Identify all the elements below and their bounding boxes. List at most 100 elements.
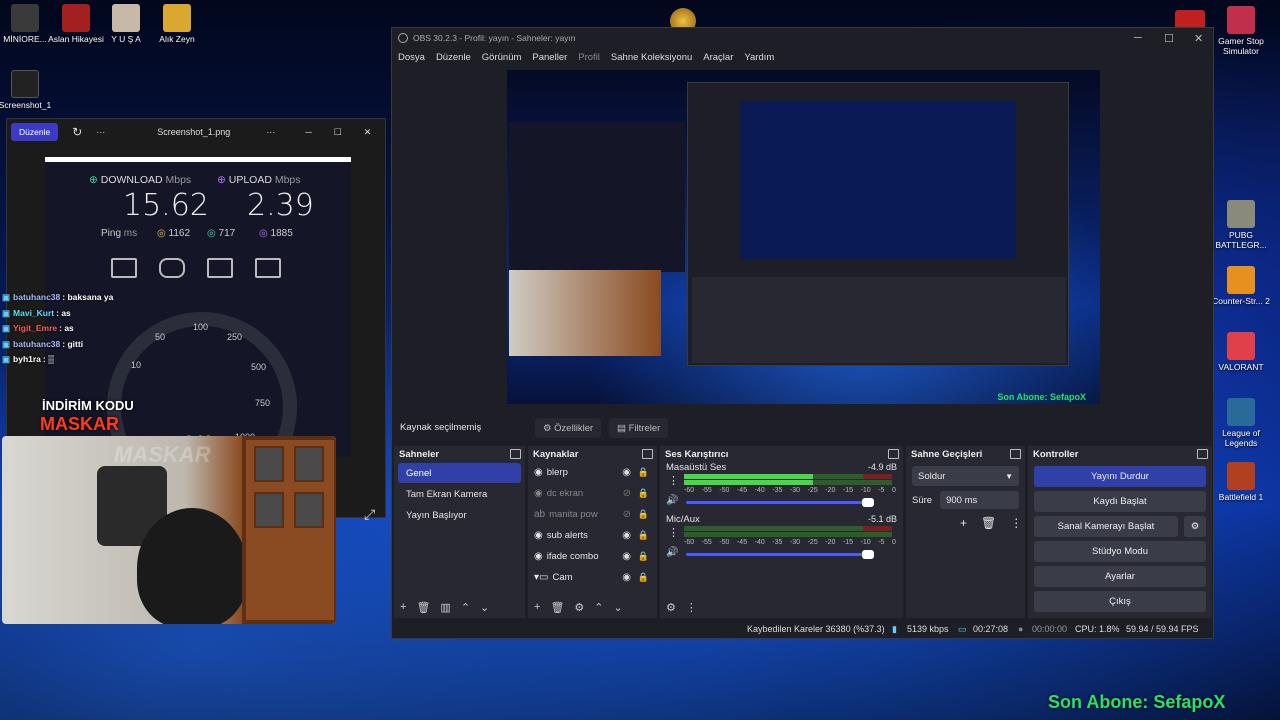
filters-button[interactable]: ▤ Filtreler (609, 418, 669, 438)
unlock-icon[interactable]: 🔒 (638, 572, 649, 583)
scene-item[interactable]: Yayın Başlıyor (398, 505, 521, 525)
undock-icon[interactable] (888, 449, 899, 459)
obs-close-icon[interactable]: ✕ (1194, 32, 1203, 45)
obs-titlebar: OBS 30.2.3 - Profil: yayın - Sahneler: y… (392, 28, 1213, 48)
desktop-icon[interactable]: PUBG BATTLEGR... (1206, 200, 1276, 251)
advanced-audio-icon[interactable]: ⚙ (666, 601, 676, 614)
control-button[interactable]: Sanal Kamerayı Başlat ⚙ (1034, 516, 1206, 537)
move-down-icon[interactable]: ⌄ (614, 601, 623, 614)
properties-button[interactable]: ⚙ Özellikler (535, 418, 602, 438)
desktop-icon-screenshot[interactable]: Screenshot_1 (0, 70, 60, 111)
desktop-icon[interactable]: VALORANT (1206, 332, 1276, 373)
eye-icon[interactable]: ◉ (622, 467, 631, 478)
menu-item[interactable]: Dosya (398, 52, 425, 63)
duration-input[interactable]: 900 ms (940, 491, 1019, 509)
transition-select[interactable]: Soldur ▼ (912, 466, 1019, 486)
volume-slider[interactable] (686, 550, 875, 559)
scene-filter-icon[interactable]: ▥ (440, 601, 450, 614)
speaker-icon[interactable]: 🔊 (666, 495, 678, 506)
photo-filename: Screenshot_1.png (157, 127, 231, 137)
add-source-icon[interactable]: + (534, 601, 540, 613)
desktop-icon[interactable]: League of Legends (1206, 398, 1276, 449)
unlock-icon[interactable]: 🔒 (638, 509, 649, 520)
screenshot-icon (11, 70, 39, 98)
remove-source-icon[interactable]: 🗑 (550, 601, 564, 614)
eye-icon[interactable]: ◉ (622, 530, 631, 541)
volume-knob[interactable] (862, 550, 875, 559)
menu-item[interactable]: Paneller (532, 52, 567, 63)
filter-icon: ▤ (617, 422, 629, 434)
move-up-icon[interactable]: ⌃ (461, 601, 470, 614)
lock-icon[interactable]: 🔒 (638, 551, 649, 562)
volume-knob[interactable] (862, 498, 875, 507)
menu-item[interactable]: Profil (578, 52, 600, 63)
eye-icon[interactable]: ◉ (622, 551, 631, 562)
source-item[interactable]: ◉ sub alerts ◉ 🔒 (528, 525, 657, 546)
eye-off-icon[interactable]: ⊘ (623, 488, 631, 499)
remove-scene-icon[interactable]: 🗑 (416, 601, 430, 614)
undock-icon[interactable] (1010, 449, 1021, 459)
add-transition-icon[interactable]: + (960, 516, 967, 530)
speaker-icon[interactable]: 🔊 (666, 547, 678, 558)
transition-menu-icon[interactable]: ⋮ (1010, 516, 1022, 530)
chevron-down-icon: ▼ (1005, 471, 1013, 481)
source-item[interactable]: ▾▭ Cam ◉ 🔒 (528, 567, 657, 588)
db-scale: -60 -55 -50 -45 -40 -35 -30 -25 -20 -15 -10 -5 0 (684, 539, 896, 546)
unlock-icon[interactable]: 🔒 (638, 488, 649, 499)
lock-icon[interactable]: 🔒 (638, 530, 649, 541)
source-settings-icon[interactable]: ⚙ (574, 601, 584, 614)
scene-item[interactable]: Genel (398, 463, 521, 483)
chat-user: Mavi_Kurt (13, 307, 55, 318)
more-right-button[interactable]: ··· (266, 127, 275, 137)
source-type-icon: ◉ (534, 530, 543, 541)
channel-menu-icon[interactable]: ⋮ (668, 474, 679, 487)
virtual-cam-settings-icon[interactable]: ⚙ (1184, 516, 1206, 537)
control-button[interactable]: Ayarlar (1034, 566, 1206, 587)
eye-off-icon[interactable]: ⊘ (623, 509, 631, 520)
move-up-icon[interactable]: ⌃ (594, 601, 603, 614)
more-left-button[interactable]: ··· (96, 127, 105, 137)
menu-item[interactable]: Görünüm (482, 52, 522, 63)
source-type-icon: ◉ (534, 467, 543, 478)
lock-icon[interactable]: 🔒 (638, 467, 649, 478)
cam-watermark: MASKAR (114, 442, 211, 467)
desktop-icon[interactable]: Gamer Stop Simulator (1206, 6, 1276, 57)
mixer-menu-icon[interactable]: ⋮ (686, 601, 697, 614)
menu-item[interactable]: Araçlar (703, 52, 733, 63)
obs-minimize-icon[interactable]: ─ (1134, 32, 1142, 44)
source-item[interactable]: ab manita pow ⊘ 🔒 (528, 504, 657, 525)
obs-preview[interactable]: Son Abone: SefapoX (507, 70, 1100, 404)
rotate-icon[interactable]: ↻ (72, 125, 82, 139)
desktop-icon[interactable]: Alık Zeyn (142, 4, 212, 45)
source-item[interactable]: ◉ blerp ◉ 🔒 (528, 462, 657, 483)
undock-icon[interactable] (510, 449, 521, 459)
level-meter (684, 526, 892, 531)
control-button[interactable]: Çıkış (1034, 591, 1206, 612)
move-down-icon[interactable]: ⌄ (480, 601, 489, 614)
undock-icon[interactable] (642, 449, 653, 459)
source-item[interactable]: ◉ dc ekran ⊘ 🔒 (528, 483, 657, 504)
eye-icon[interactable]: ◉ (622, 572, 631, 583)
minimize-icon[interactable]: ─ (305, 127, 311, 137)
remove-transition-icon[interactable]: 🗑 (981, 516, 996, 530)
desktop-icon[interactable]: Battlefield 1 (1206, 462, 1276, 503)
mixer-channel: Masaüstü Ses -4.9 dB ⋮ -60 -55 -50 -45 -40 -35 -3… (660, 462, 903, 512)
close-icon[interactable]: ✕ (364, 127, 372, 138)
menu-item[interactable]: Sahne Koleksiyonu (611, 52, 692, 63)
control-button[interactable]: Stüdyo Modu (1034, 541, 1206, 562)
control-button[interactable]: Yayını Durdur (1034, 466, 1206, 487)
control-button[interactable]: Kaydı Başlat (1034, 491, 1206, 512)
scene-item[interactable]: Tam Ekran Kamera (398, 484, 521, 504)
menu-item[interactable]: Yardım (744, 52, 774, 63)
desktop-icon[interactable]: Counter-Str... 2 (1206, 266, 1276, 307)
edit-button[interactable]: Düzenle (11, 123, 59, 141)
obs-maximize-icon[interactable]: ☐ (1164, 32, 1174, 45)
maximize-icon[interactable]: ☐ (334, 127, 342, 138)
expand-icon[interactable]: ⤢ (364, 506, 375, 523)
add-scene-icon[interactable]: + (400, 601, 406, 613)
volume-slider[interactable] (686, 498, 875, 507)
channel-menu-icon[interactable]: ⋮ (668, 526, 679, 539)
source-item[interactable]: ◉ ifade combo ◉ 🔒 (528, 546, 657, 567)
menu-item[interactable]: Düzenle (436, 52, 471, 63)
undock-icon[interactable] (1197, 449, 1208, 459)
